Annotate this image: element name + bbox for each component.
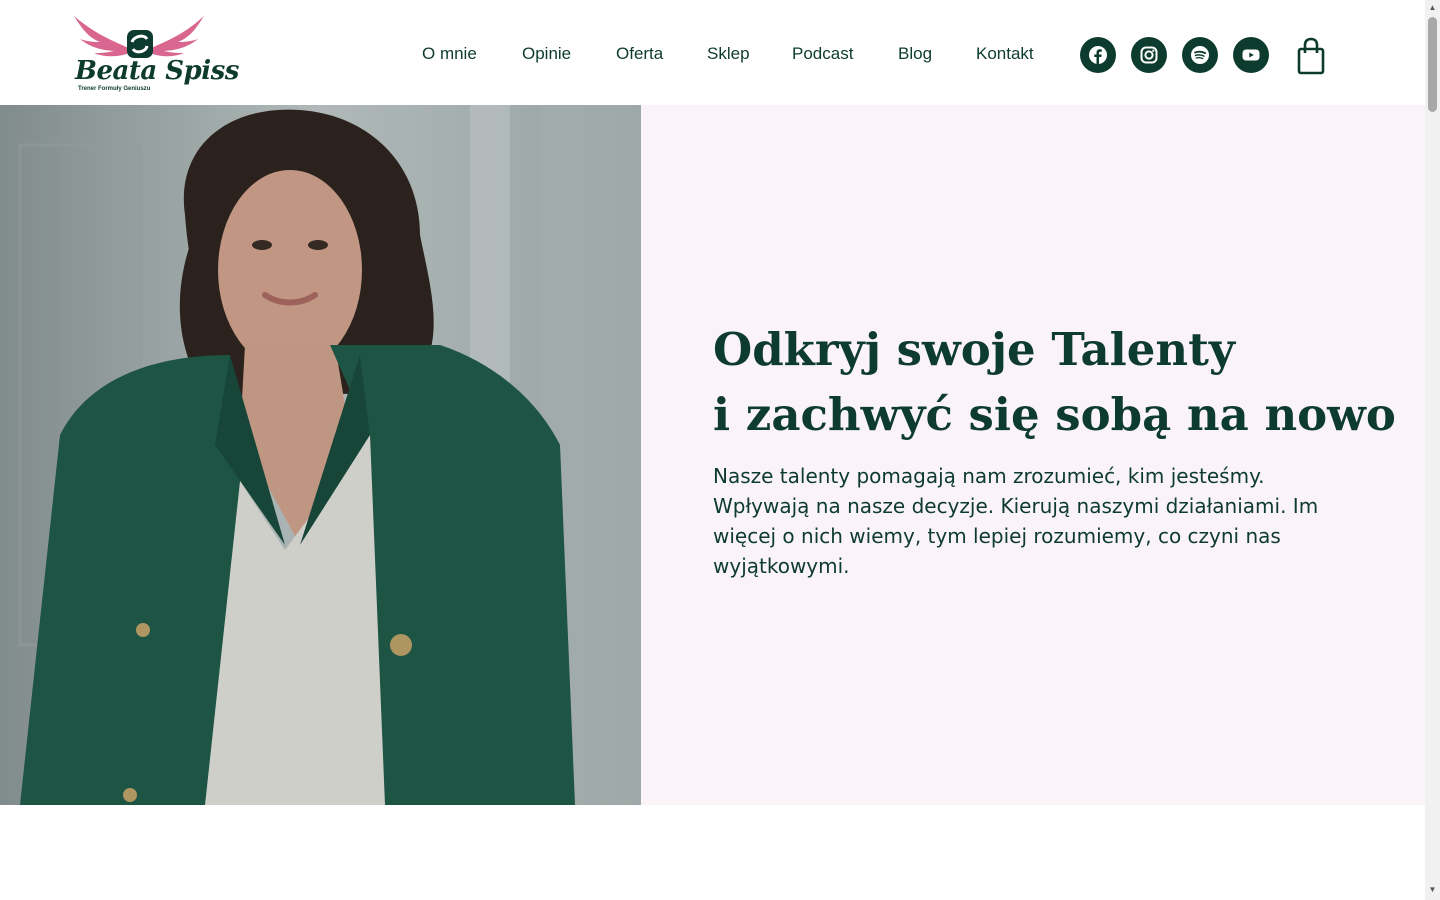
nav-item-podcast[interactable]: Podcast [792,44,853,64]
hero-heading: Odkryj swoje Talenty i zachwyć się sobą … [713,317,1396,447]
shopping-bag-icon [1297,37,1325,75]
nav-item-blog[interactable]: Blog [898,44,932,64]
hero-heading-line1: Odkryj swoje Talenty [713,323,1236,376]
nav-item-oferta[interactable]: Oferta [616,44,663,64]
spotify-button[interactable] [1182,37,1218,73]
instagram-button[interactable] [1131,37,1167,73]
hero-description: Nasze talenty pomagają nam zrozumieć, ki… [713,464,1319,578]
nav-item-o-mnie[interactable]: O mnie [422,44,477,64]
site-header: Beata Spiss Trener Formuły Geniuszu O mn… [0,0,1425,105]
page-scrollbar[interactable]: ▲ ▼ [1425,0,1440,900]
hero-portrait-photo [0,105,641,805]
spotify-icon [1191,46,1209,64]
page: Beata Spiss Trener Formuły Geniuszu O mn… [0,0,1440,900]
nav-item-opinie[interactable]: Opinie [522,44,571,64]
logo-tagline: Trener Formuły Geniuszu [78,86,151,92]
portrait-illustration [0,105,641,805]
youtube-button[interactable] [1233,37,1269,73]
cart-button[interactable] [1296,37,1326,75]
youtube-icon [1242,49,1260,61]
hero-heading-line2: i zachwyć się sobą na nowo [713,388,1396,441]
logo-wordmark: Beata Spiss [75,56,239,86]
brand-logo[interactable]: Beata Spiss Trener Formuły Geniuszu [70,12,239,98]
facebook-button[interactable] [1080,37,1116,73]
facebook-icon [1089,46,1107,64]
scroll-up-arrow-icon[interactable]: ▲ [1428,3,1437,12]
hero-text-panel: Odkryj swoje Talenty i zachwyć się sobą … [641,105,1425,805]
instagram-icon [1140,46,1158,64]
nav-item-kontakt[interactable]: Kontakt [976,44,1034,64]
scroll-thumb[interactable] [1428,17,1437,112]
wings-logo-icon [74,16,204,58]
scroll-down-arrow-icon[interactable]: ▼ [1428,885,1437,894]
nav-item-sklep[interactable]: Sklep [707,44,750,64]
